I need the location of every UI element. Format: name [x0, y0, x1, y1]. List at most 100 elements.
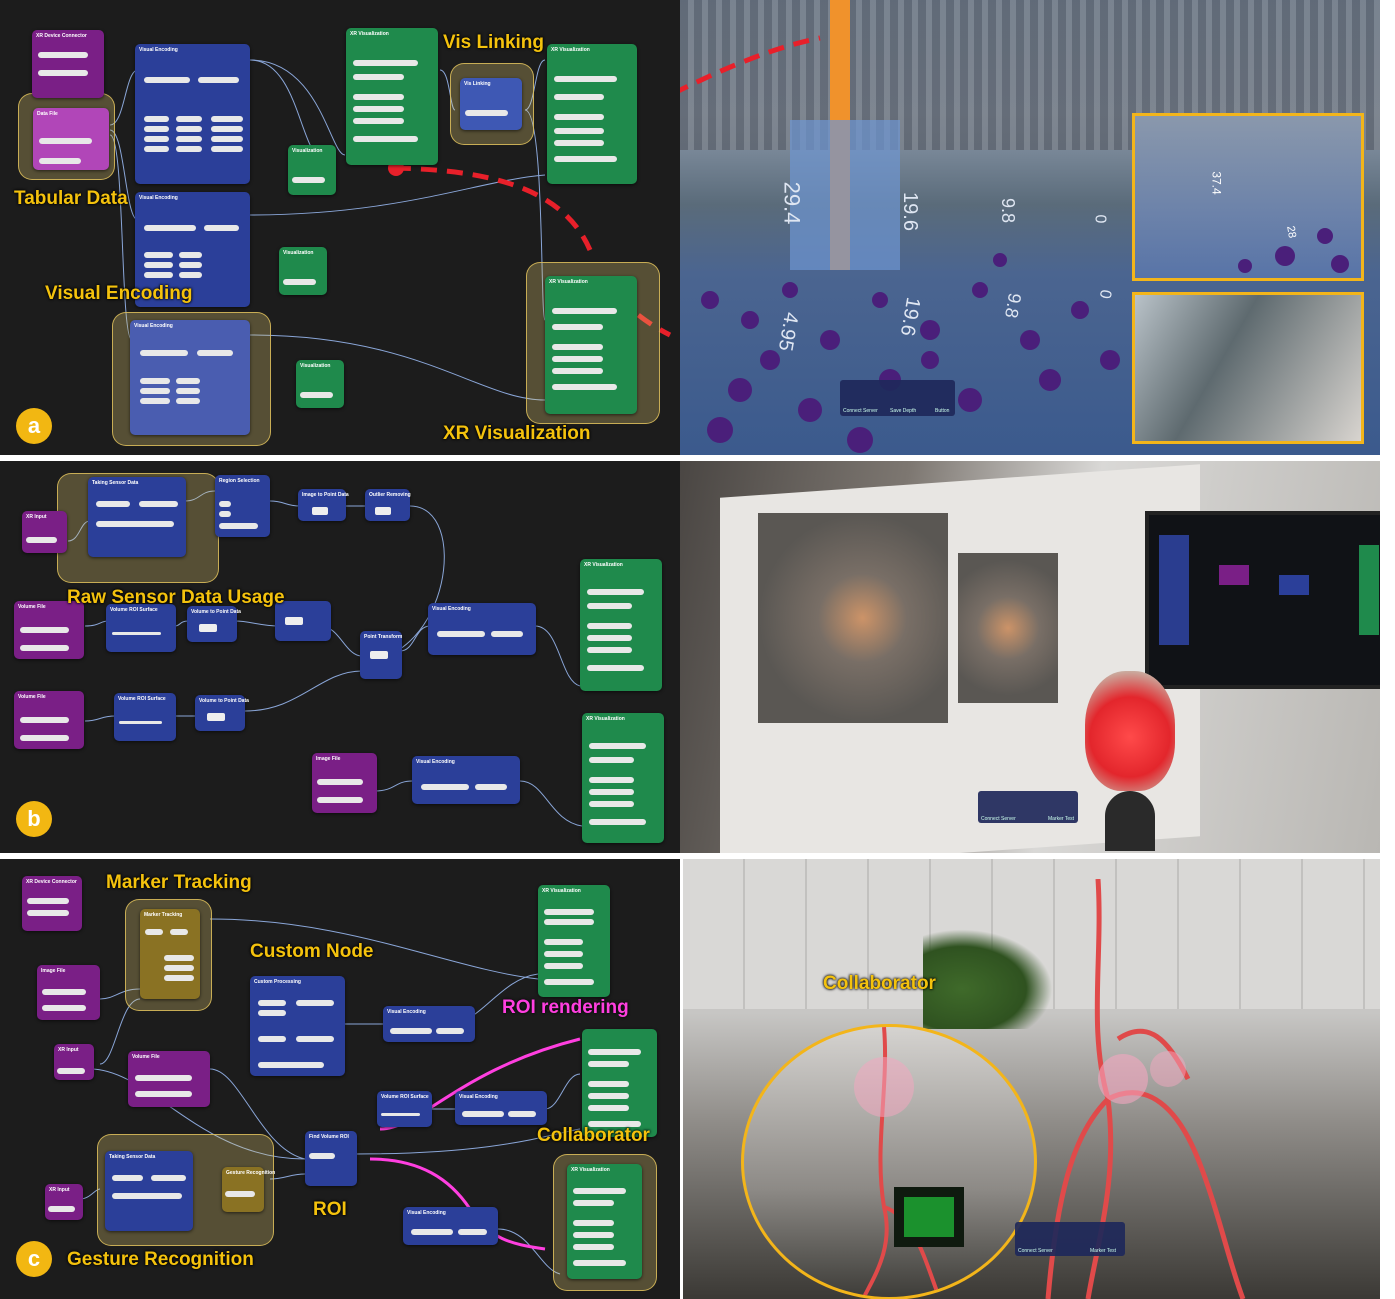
label-custom-node: Custom Node [250, 941, 374, 962]
visual-encoding-node-c2[interactable]: Visual Encoding [455, 1091, 547, 1125]
xr-device-connector-node-c[interactable]: XR Device Connector [22, 876, 82, 931]
node-title: Volume ROI Surface [118, 696, 166, 702]
xr-visualization-node-c3[interactable]: XR Visualization [567, 1164, 642, 1279]
node-title: Outlier Removing [369, 492, 411, 498]
node-title: XR Input [26, 514, 47, 520]
hud-button[interactable]: Button [935, 408, 949, 414]
node-title: Data File [37, 111, 58, 117]
outlier-removing-node[interactable]: Outlier Removing [365, 489, 411, 521]
open-button[interactable] [291, 177, 326, 183]
gesture-recognition-node[interactable]: Gesture Recognition [222, 1167, 276, 1212]
visual-encoding-node-b1[interactable]: Visual Encoding [428, 603, 536, 655]
ar-value-label: 9.8 [998, 197, 1019, 224]
inset-value: 37.4 [1209, 171, 1224, 195]
panel-c-node-graph: XR Device Connector Marker Tracking Imag… [0, 859, 680, 1299]
volume-roi-surface-node-1[interactable]: Volume ROI Surface [106, 604, 176, 652]
visual-encoding-node-c3[interactable]: Visual Encoding [403, 1207, 498, 1245]
hud-connect-server[interactable]: Connect Server [981, 816, 1016, 822]
hud-connect-server[interactable]: Connect Server [1018, 1248, 1053, 1254]
node-title: XR Visualization [571, 1167, 610, 1173]
visual-encoding-node-3[interactable]: Visual Encoding [130, 320, 250, 435]
visualization-node-2[interactable]: Visualization [279, 247, 327, 295]
ar-hud-menu-c[interactable]: Connect Server Marker Test [1015, 1222, 1125, 1256]
marker-tracking-node[interactable]: Marker Tracking [140, 909, 200, 999]
taking-sensor-data-node-c[interactable]: Taking Sensor Data [105, 1151, 193, 1231]
visualization-node-3[interactable]: Visualization [296, 360, 344, 408]
node-title: XR Input [58, 1047, 79, 1053]
xr-device-connector-node[interactable]: XR Device Connector [32, 30, 104, 98]
label-roi-rendering: ROI rendering [502, 997, 629, 1018]
node-title: Taking Sensor Data [109, 1154, 156, 1160]
hud-save-depth[interactable]: Save Depth [890, 408, 916, 414]
panel-badge-a: a [16, 408, 52, 444]
node-title: Visual Encoding [432, 606, 471, 612]
volume-file-node-1[interactable]: Volume File [14, 601, 84, 659]
xr-visualization-node-c1[interactable]: XR Visualization [538, 885, 610, 997]
custom-processing-node[interactable]: Custom Processing [250, 976, 345, 1076]
node-title: Image File [316, 756, 341, 762]
node-title: XR Visualization [551, 47, 590, 53]
xr-visualization-node-b1[interactable]: XR Visualization [580, 559, 662, 691]
label-marker-tracking: Marker Tracking [106, 872, 252, 893]
visual-encoding-node-1[interactable]: Visual Encoding [135, 44, 250, 184]
node-title: Volume ROI Surface [381, 1094, 429, 1100]
ar-hud-menu[interactable]: Connect Server Save Depth Button [840, 380, 955, 416]
panel-a-ar-photo: 29.4 19.6 9.8 0 4.95 19.6 9.8 0 Connect … [680, 0, 1380, 455]
xr-input-node-c[interactable]: XR Input [54, 1044, 94, 1080]
node-title: Visual Encoding [416, 759, 455, 765]
node-title: Custom Processing [254, 979, 301, 985]
node-title: Region Selection [219, 478, 260, 484]
xr-visualization-node-b2[interactable]: XR Visualization [582, 713, 664, 843]
node-title: Image File [41, 968, 66, 974]
volume-file-node-c[interactable]: Volume File [128, 1051, 210, 1107]
node-title: Marker Tracking [144, 912, 183, 918]
image-file-node[interactable]: Image File [312, 753, 377, 813]
data-file-node[interactable]: Data File [33, 108, 109, 170]
find-volume-roi-node[interactable]: Find Volume ROI [305, 1131, 357, 1186]
node-title: Visualization [292, 148, 323, 154]
image-to-point-data-node[interactable]: Image to Point Data [298, 489, 349, 521]
ar-value-label: 19.6 [898, 192, 921, 231]
volume-roi-surface-node-2[interactable]: Volume ROI Surface [114, 693, 176, 741]
visual-encoding-node-b2[interactable]: Visual Encoding [412, 756, 520, 804]
label-visual-encoding: Visual Encoding [45, 283, 193, 304]
xr-visualization-node-1[interactable]: XR Visualization [346, 28, 438, 165]
volume-file-node-2[interactable]: Volume File [14, 691, 84, 749]
xr-visualization-node-2[interactable]: XR Visualization [547, 44, 637, 184]
volume-to-point-data-node-1[interactable]: Volume to Point Data [187, 606, 241, 642]
node-title: Volume to Point Data [199, 698, 249, 704]
node-title: XR Visualization [586, 716, 625, 722]
image-file-node-c[interactable]: Image File [37, 965, 100, 1020]
node-title: Visual Encoding [387, 1009, 426, 1015]
panel-c-ar-photo: Collaborator Connect Server Marker Test [683, 859, 1380, 1299]
ar-hud-menu-b[interactable]: Connect Server Marker Test [978, 791, 1078, 823]
node-title: XR Visualization [584, 562, 623, 568]
node-title: Visual Encoding [134, 323, 173, 329]
node-title: Find Volume ROI [309, 1134, 349, 1140]
visual-encoding-node-c1[interactable]: Visual Encoding [383, 1006, 475, 1042]
node-title: Volume File [132, 1054, 160, 1060]
label-roi: ROI [313, 1199, 347, 1220]
point-transform-node[interactable]: Point Transform [360, 631, 402, 679]
xr-input-node-c2[interactable]: XR Input [45, 1184, 83, 1220]
volume-render-1 [758, 513, 948, 723]
hud-connect-server[interactable]: Connect Server [843, 408, 878, 414]
visualization-node-1[interactable]: Visualization [288, 145, 336, 195]
volume-to-point-data-node-2[interactable]: Volume to Point Data [195, 695, 249, 731]
region-selection-node[interactable]: Region Selection [215, 475, 270, 537]
hud-marker-test[interactable]: Marker Test [1090, 1248, 1116, 1254]
vis-linking-node[interactable]: Vis Linking [460, 78, 522, 130]
label-xr-visualization: XR Visualization [443, 423, 591, 444]
inset-tablet-pen [1132, 292, 1364, 444]
xr-input-node[interactable]: XR Input [22, 511, 67, 553]
node-title: Visualization [283, 250, 314, 256]
label-tabular-data: Tabular Data [14, 188, 128, 209]
panel-a-node-graph: XR Device Connector Data File Visual Enc… [0, 0, 680, 455]
ar-value-label: 0 [1091, 214, 1109, 224]
hud-marker-test[interactable]: Marker Test [1048, 816, 1074, 822]
xr-visualization-node-3[interactable]: XR Visualization [545, 276, 637, 414]
taking-sensor-data-node[interactable]: Taking Sensor Data [88, 477, 186, 557]
xr-visualization-node-c2[interactable] [582, 1029, 657, 1137]
node-title: Gesture Recognition [226, 1170, 276, 1176]
volume-roi-surface-node-c[interactable]: Volume ROI Surface [377, 1091, 432, 1127]
